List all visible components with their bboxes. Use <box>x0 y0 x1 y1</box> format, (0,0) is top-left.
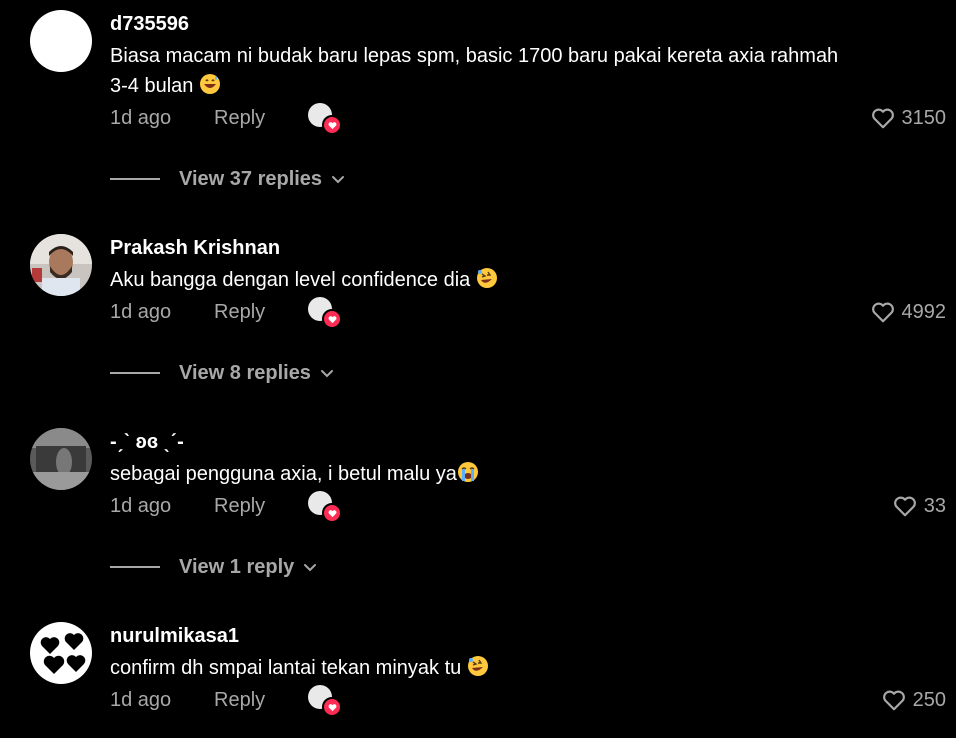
grinning-sweat-emoji <box>200 74 221 94</box>
creator-liked-badge <box>308 103 342 135</box>
divider-line <box>110 372 160 374</box>
like-count: 250 <box>912 689 946 711</box>
divider-line <box>110 566 160 568</box>
timestamp: 1d ago <box>110 107 172 129</box>
comment-meta: 1d ago Reply 4992 <box>110 297 947 329</box>
creator-liked-badge <box>308 491 342 523</box>
avatar[interactable] <box>30 622 92 684</box>
divider-line <box>110 178 160 180</box>
creator-liked-badge <box>308 685 342 717</box>
chevron-down-icon <box>320 370 333 378</box>
heart-icon <box>322 115 342 135</box>
heart-outline-icon <box>882 690 905 711</box>
like-button[interactable]: 250 <box>881 685 946 715</box>
reply-button[interactable]: Reply <box>214 297 265 327</box>
comment-meta: 1d ago Reply 33 <box>110 491 946 523</box>
creator-liked-badge <box>308 297 342 329</box>
username[interactable]: nurulmikasa1 <box>110 622 940 650</box>
username[interactable]: d735596 <box>110 10 940 38</box>
like-count: 4992 <box>901 301 947 323</box>
timestamp: 1d ago <box>110 689 172 711</box>
like-button[interactable]: 4992 <box>870 297 947 327</box>
view-replies-label: View 1 reply <box>179 555 295 578</box>
chevron-down-icon <box>304 564 317 572</box>
timestamp: 1d ago <box>110 301 172 323</box>
heart-icon <box>322 503 342 523</box>
username[interactable]: -ˏˋ ʚɞ ˎˊ- <box>110 428 940 456</box>
avatar[interactable] <box>30 10 92 72</box>
chevron-down-icon <box>332 176 345 184</box>
view-replies-button[interactable]: View 37 replies <box>110 164 346 194</box>
timestamp: 1d ago <box>110 495 172 517</box>
view-replies-button[interactable]: View 8 replies <box>110 358 335 388</box>
comment-text: sebagai pengguna axia, i betul malu ya <box>110 459 940 489</box>
like-button[interactable]: 3150 <box>870 103 947 133</box>
heart-outline-icon <box>893 496 916 517</box>
comment-text: confirm dh smpai lantai tekan minyak tu <box>110 653 940 683</box>
rolling-laughing-emoji <box>477 268 498 288</box>
username[interactable]: Prakash Krishnan <box>110 234 940 262</box>
like-button[interactable]: 33 <box>892 491 946 521</box>
comment-meta: 1d ago Reply 250 <box>110 685 946 717</box>
comment-meta: 1d ago Reply 3150 <box>110 103 947 135</box>
view-replies-label: View 37 replies <box>179 167 323 190</box>
heart-icon <box>322 697 342 717</box>
comment-text: Biasa macam ni budak baru lepas spm, bas… <box>110 45 839 97</box>
like-count: 33 <box>923 495 946 517</box>
heart-outline-icon <box>871 108 894 129</box>
comment-text: Aku bangga dengan level confidence dia <box>110 265 940 295</box>
avatar[interactable] <box>30 234 92 296</box>
view-replies-label: View 8 replies <box>179 361 311 384</box>
view-replies-button[interactable]: View 1 reply <box>110 552 318 582</box>
reply-button[interactable]: Reply <box>214 103 265 133</box>
reply-button[interactable]: Reply <box>214 491 265 521</box>
crying-emoji <box>457 462 478 482</box>
heart-icon <box>322 309 342 329</box>
heart-outline-icon <box>871 302 894 323</box>
avatar[interactable] <box>30 428 92 490</box>
rolling-laughing-emoji <box>468 656 489 676</box>
like-count: 3150 <box>901 107 947 129</box>
reply-button[interactable]: Reply <box>214 685 265 715</box>
